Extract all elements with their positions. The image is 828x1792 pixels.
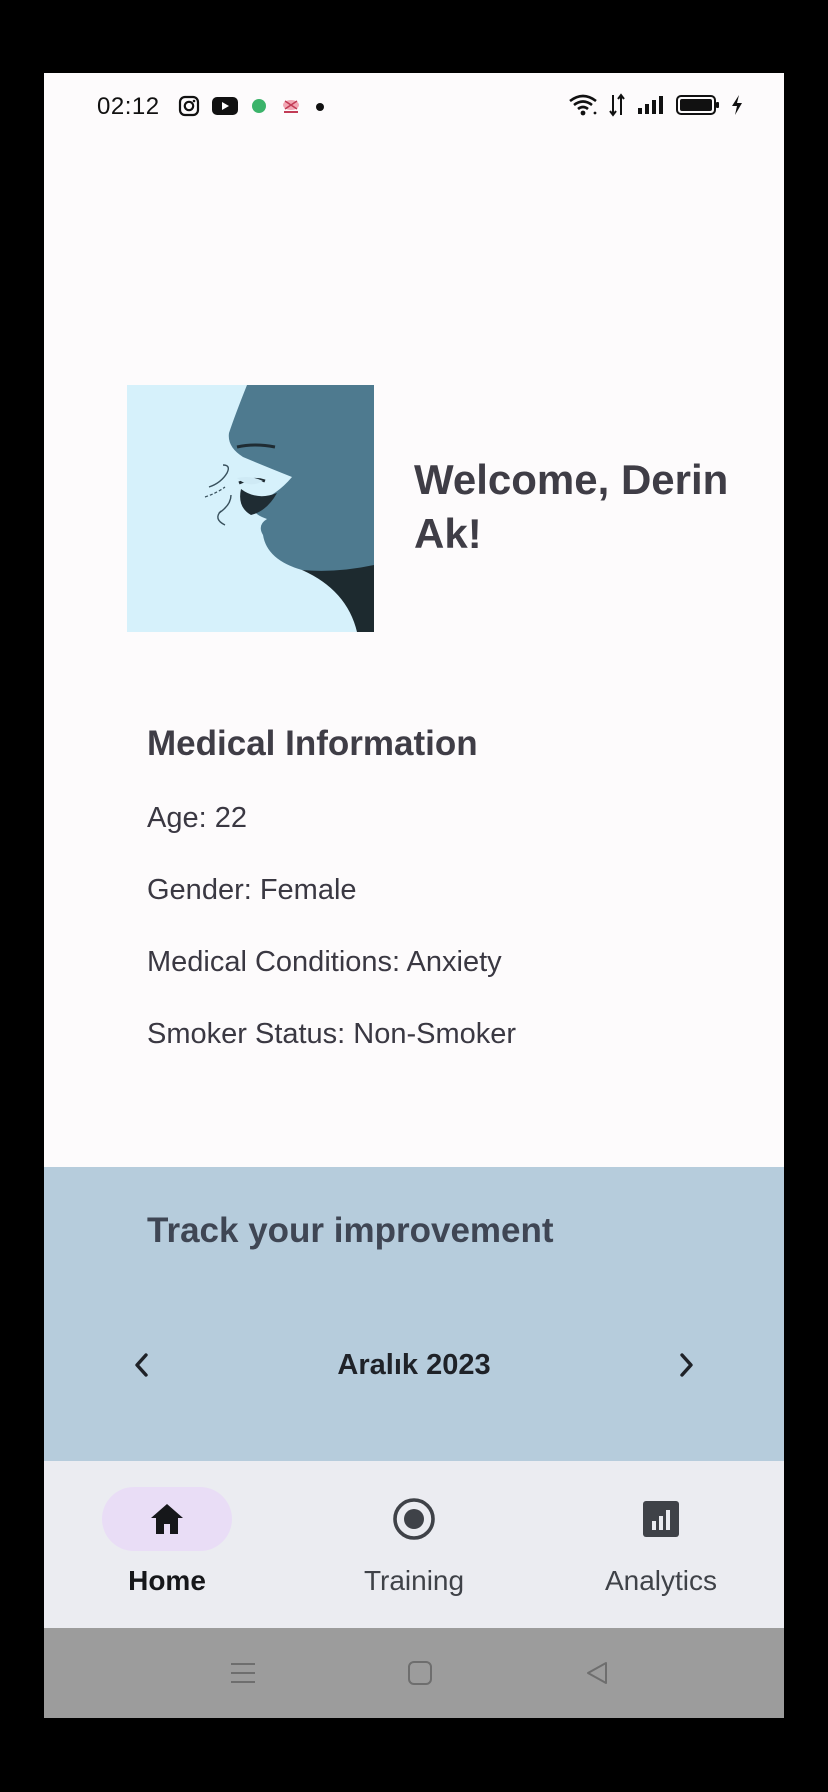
system-home-button[interactable]	[400, 1655, 440, 1691]
data-icon	[608, 93, 626, 122]
nav-analytics[interactable]: Analytics	[538, 1461, 784, 1628]
chevron-left-icon	[135, 1353, 148, 1377]
nav-analytics-label: Analytics	[604, 1565, 718, 1596]
month-navigator: Aralık 2023	[44, 1341, 784, 1389]
app-screen: 02:12 Welcome, Derin Ak! Medical Informa…	[44, 73, 784, 1718]
battery-icon	[676, 94, 720, 121]
next-month-button[interactable]	[666, 1341, 706, 1389]
nav-training-label: Training	[363, 1565, 465, 1596]
nav-home-label: Home	[128, 1565, 206, 1596]
status-time: 02:12	[97, 93, 160, 120]
breathing-face-illustration	[127, 385, 374, 632]
home-square-icon	[408, 1661, 432, 1685]
record-icon	[393, 1498, 435, 1540]
nav-home[interactable]: Home	[44, 1461, 290, 1628]
status-bar: 02:12	[44, 73, 784, 143]
previous-month-button[interactable]	[122, 1341, 162, 1389]
charging-icon	[730, 94, 744, 121]
notification-icons	[178, 95, 326, 122]
gender-text: Gender: Female	[147, 874, 357, 906]
track-improvement-section: Track your improvement Aralık 2023	[44, 1167, 784, 1461]
menu-icon	[231, 1663, 255, 1683]
age-text: Age: 22	[147, 802, 247, 834]
welcome-title: Welcome, Derin Ak!	[414, 456, 729, 557]
youtube-icon	[212, 96, 238, 121]
signal-icon	[636, 94, 666, 121]
home-icon	[151, 1504, 183, 1534]
app-notification-icon	[280, 97, 302, 120]
medical-information-section: Medical Information Age: 22 Gender: Fema…	[147, 720, 747, 1070]
dot-icon	[314, 100, 326, 118]
recent-apps-button[interactable]	[223, 1655, 263, 1691]
track-improvement-title: Track your improvement	[147, 1211, 554, 1250]
system-back-button[interactable]	[577, 1655, 617, 1691]
system-navigation-bar	[44, 1628, 784, 1718]
green-dot-icon	[250, 97, 268, 120]
medical-info-heading: Medical Information	[147, 724, 478, 763]
chevron-right-icon	[680, 1353, 693, 1377]
instagram-icon	[178, 95, 200, 122]
system-status-icons	[568, 93, 744, 122]
analytics-icon	[643, 1501, 679, 1537]
wifi-icon	[568, 93, 598, 122]
bottom-navigation: Home Training Analytics	[44, 1461, 784, 1628]
medical-conditions-text: Medical Conditions: Anxiety	[147, 946, 502, 978]
nav-training[interactable]: Training	[291, 1461, 537, 1628]
smoker-status-text: Smoker Status: Non-Smoker	[147, 1018, 517, 1050]
back-icon	[587, 1662, 607, 1684]
